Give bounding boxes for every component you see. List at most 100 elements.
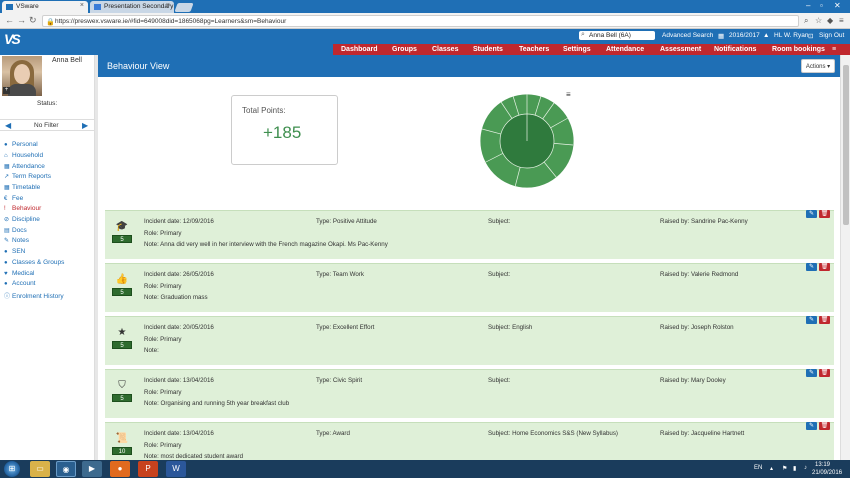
vsware-logo[interactable]: VS (4, 31, 24, 49)
chart-menu-icon[interactable]: ≡ (566, 90, 571, 99)
behaviour-record: ⛉ 5 Incident date: 13/04/2016 Type: Civic… (105, 369, 834, 418)
filter-prev-icon[interactable]: ◀ (5, 121, 11, 130)
url-input[interactable]: 🔒 https://preswex.vsware.ie/#fid=649008d… (42, 15, 799, 27)
browser-tab-presentation[interactable]: Presentation Secondary × (90, 1, 174, 13)
upload-photo-icon[interactable]: + (3, 87, 10, 94)
flag-icon[interactable]: ⚑ (782, 465, 787, 472)
sidebar-item-fee[interactable]: € Fee (4, 195, 23, 202)
behaviour-content: Total Points: +185 ≡ 🎓 5 Incident date: … (98, 77, 840, 460)
file-explorer-icon[interactable]: ▭ (30, 461, 50, 477)
forward-icon[interactable]: → (17, 16, 26, 25)
sidebar-item-notes[interactable]: ✎ Notes (4, 237, 29, 244)
firefox-icon[interactable]: ● (110, 461, 130, 477)
nav-notifications[interactable]: Notifications (714, 46, 756, 53)
powerpoint-icon[interactable]: P (138, 461, 158, 477)
close-tab-icon[interactable]: × (80, 2, 84, 9)
sidebar-item-timetable[interactable]: ▦ Timetable (4, 184, 40, 191)
raised-by: Raised by: Joseph Rolston (660, 324, 734, 331)
advanced-search-link[interactable]: Advanced Search (662, 32, 713, 39)
edit-record-button[interactable]: ✎ (806, 263, 817, 271)
media-player-icon[interactable]: ▶ (82, 461, 102, 477)
document-favicon-icon (94, 4, 101, 10)
scrollbar-thumb[interactable] (843, 65, 849, 225)
maximize-icon[interactable]: ▫ (820, 1, 823, 10)
edit-record-button[interactable]: ✎ (806, 316, 817, 324)
menu-icon[interactable]: ≡ (839, 16, 844, 25)
nav-settings[interactable]: Settings (563, 46, 591, 53)
actions-label: Actions (805, 64, 826, 70)
sidebar-item-classes-groups[interactable]: ● Classes & Groups (4, 259, 64, 266)
sidebar-item-sen[interactable]: ● SEN (4, 248, 25, 255)
browser-tab-vsware[interactable]: VSware × (2, 1, 88, 13)
new-tab-button[interactable] (174, 3, 194, 12)
record-role: Role: Primary (144, 336, 182, 343)
edit-record-button[interactable]: ✎ (806, 422, 817, 430)
actions-dropdown[interactable]: Actions ▾ (801, 59, 835, 73)
sidebar-item-discipline[interactable]: ⊘ Discipline (4, 216, 40, 223)
nav-groups[interactable]: Groups (392, 46, 417, 53)
user-icon: ● (4, 281, 8, 287)
sidebar-item-enrolment-history[interactable]: ⓘ Enrolment History (4, 291, 64, 300)
sidebar-item-personal[interactable]: ● Personal (4, 141, 38, 148)
nav-room-bookings[interactable]: Room bookings (772, 46, 825, 53)
behaviour-pie-chart[interactable] (479, 93, 575, 189)
sign-out-link[interactable]: Sign Out (819, 32, 844, 39)
clock-date[interactable]: 21/09/2016 (812, 470, 842, 476)
nav-attendance[interactable]: Attendance (606, 46, 644, 53)
delete-record-button[interactable]: 🗑 (819, 263, 830, 271)
record-subject: Subject: (488, 218, 511, 225)
filter-next-icon[interactable]: ▶ (82, 121, 88, 130)
nav-teachers[interactable]: Teachers (519, 46, 549, 53)
file-icon: ▤ (4, 228, 10, 234)
nav-assessment[interactable]: Assessment (660, 46, 701, 53)
academic-year-selector[interactable]: 2016/2017 (729, 32, 760, 39)
edit-record-button[interactable]: ✎ (806, 210, 817, 218)
sidebar-item-label: Enrolment History (12, 293, 64, 300)
page-title: Behaviour View (107, 61, 170, 71)
reload-icon[interactable]: ↻ (29, 16, 37, 25)
sidebar-item-medical[interactable]: ♥ Medical (4, 270, 34, 277)
search-icon: ⌕ (581, 31, 585, 38)
volume-icon[interactable]: ♪ (804, 465, 807, 471)
sidebar-item-behaviour[interactable]: ! Behaviour (4, 205, 41, 212)
user-name[interactable]: HL W. Ryan (774, 32, 808, 39)
network-icon[interactable]: ▮ (793, 465, 796, 472)
sidebar-item-account[interactable]: ● Account (4, 280, 36, 287)
back-icon[interactable]: ← (5, 16, 14, 25)
delete-record-button[interactable]: 🗑 (819, 210, 830, 218)
nav-students[interactable]: Students (473, 46, 503, 53)
bookmark-star-icon[interactable]: ☆ (815, 16, 822, 25)
search-icon[interactable]: ⌕ (804, 16, 808, 26)
sidebar-item-docs[interactable]: ▤ Docs (4, 227, 27, 234)
close-window-icon[interactable]: ✕ (834, 1, 841, 10)
record-points: 5 (112, 341, 132, 349)
tray-arrow-icon[interactable]: ▴ (770, 465, 773, 472)
browser-tab-label: Presentation Secondary (104, 3, 174, 10)
filter-label: No Filter (34, 122, 59, 129)
extension-icon[interactable]: ◆ (827, 16, 833, 25)
delete-record-button[interactable]: 🗑 (819, 316, 830, 324)
record-icon: 👍 5 (112, 273, 132, 297)
minimize-icon[interactable]: – (806, 1, 810, 10)
edit-record-button[interactable]: ✎ (806, 369, 817, 377)
status-label: Status: (37, 100, 58, 107)
page-scrollbar[interactable] (840, 55, 850, 460)
start-button[interactable]: ⊞ (4, 461, 20, 477)
sidebar-item-label: Medical (12, 270, 35, 277)
sidebar-item-household[interactable]: ⌂ Household (4, 152, 43, 159)
browser-tab-bar: VSware × Presentation Secondary × – ▫ ✕ (0, 0, 850, 13)
student-search-input[interactable]: ⌕ Anna Bell (6A) (579, 31, 655, 40)
language-indicator[interactable]: EN (754, 465, 762, 471)
sidebar-item-attendance[interactable]: ▦ Attendance (4, 163, 45, 170)
chrome-icon[interactable]: ◉ (56, 461, 76, 477)
delete-record-button[interactable]: 🗑 (819, 422, 830, 430)
nav-dashboard[interactable]: Dashboard (341, 46, 378, 53)
word-icon[interactable]: W (166, 461, 186, 477)
close-tab-icon[interactable]: × (166, 2, 170, 9)
sidebar-item-term-reports[interactable]: ↗ Term Reports (4, 173, 51, 180)
delete-record-button[interactable]: 🗑 (819, 369, 830, 377)
euro-icon: € (4, 196, 8, 202)
hamburger-menu-icon[interactable]: ≡ (832, 46, 836, 53)
clock-time[interactable]: 13:19 (815, 462, 830, 468)
nav-classes[interactable]: Classes (432, 46, 458, 53)
